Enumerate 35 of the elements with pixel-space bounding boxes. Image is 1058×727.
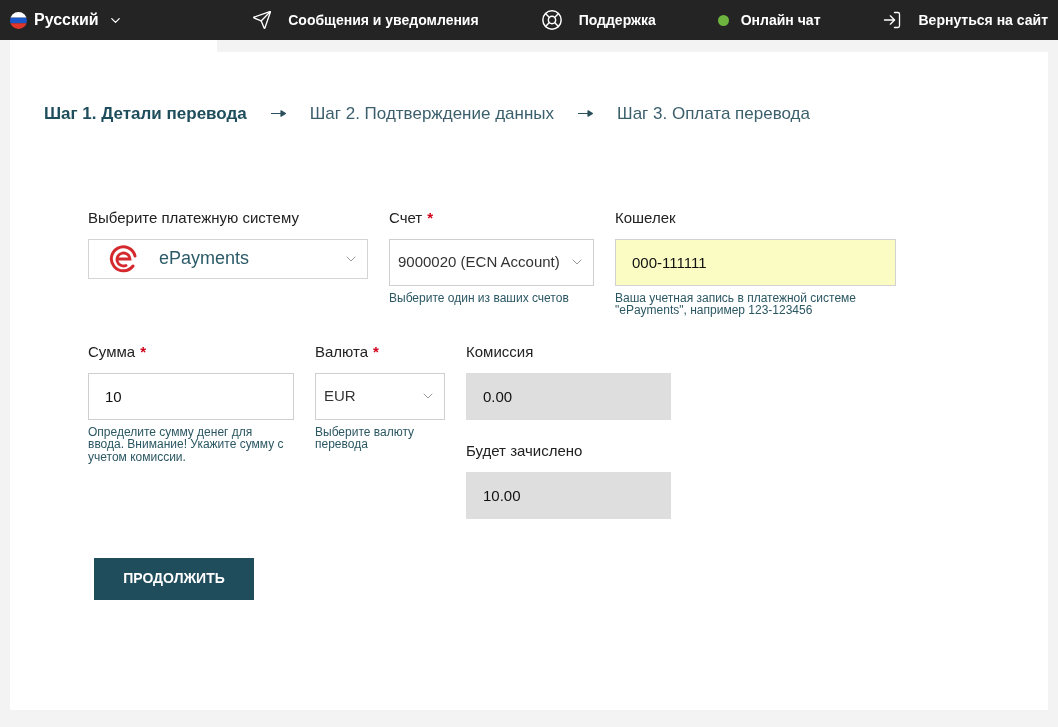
field-hint: Определите сумму денег для ввода. Внимание! Укажите сумму с учетом комиссии. <box>88 425 285 463</box>
wizard-step[interactable]: Шаг 1. Детали перевода <box>44 101 247 127</box>
input-field[interactable]: 000-111111 <box>615 238 896 286</box>
send-icon <box>252 10 273 30</box>
field-label: Выберите платежную систему <box>88 208 299 229</box>
language-selector[interactable]: Русский <box>10 8 123 32</box>
header-nav-link[interactable]: Вернуться на сайт <box>882 9 1048 31</box>
field-label: Счет <box>389 208 423 229</box>
field-label: Кошелек <box>615 208 676 229</box>
input-field[interactable]: 10 <box>88 372 294 420</box>
header-nav-link[interactable]: Поддержка <box>540 9 656 31</box>
header-nav-link[interactable]: Сообщения и уведомления <box>252 9 479 31</box>
field-label: Будет зачислено <box>466 441 583 462</box>
continue-button[interactable]: ПРОДОЛЖИТЬ <box>94 557 254 600</box>
field-hint: Выберите один из ваших счетов <box>389 291 570 304</box>
dropdown[interactable]: EUR <box>315 372 445 420</box>
field-hint: Выберите валюту перевода <box>315 425 416 451</box>
required-mark: * <box>427 208 434 229</box>
arrow-right-icon <box>270 110 286 118</box>
field-label: Комиссия <box>466 342 534 363</box>
lifebuoy-icon <box>540 9 563 31</box>
field-label: Сумма <box>88 342 136 363</box>
swirl-logo-icon <box>109 243 139 274</box>
flag-icon <box>10 11 27 29</box>
wizard-step[interactable]: Шаг 3. Оплата перевода <box>617 101 810 127</box>
header-nav-link[interactable]: Онлайн чат <box>717 9 821 31</box>
dropdown[interactable]: 9000020 (ECN Account) <box>389 238 594 286</box>
arrow-right-icon <box>578 110 594 118</box>
payment-system-dropdown[interactable]: ePayments <box>88 238 368 279</box>
required-mark: * <box>373 342 379 363</box>
field-hint: Ваша учетная запись в платежной системе "ePayments", например 123-123456 <box>615 291 857 317</box>
field-label: Валюта <box>315 342 369 363</box>
required-mark: * <box>140 342 146 363</box>
wizard-step[interactable]: Шаг 2. Подтверждение данных <box>309 101 555 127</box>
login-icon <box>882 10 903 30</box>
